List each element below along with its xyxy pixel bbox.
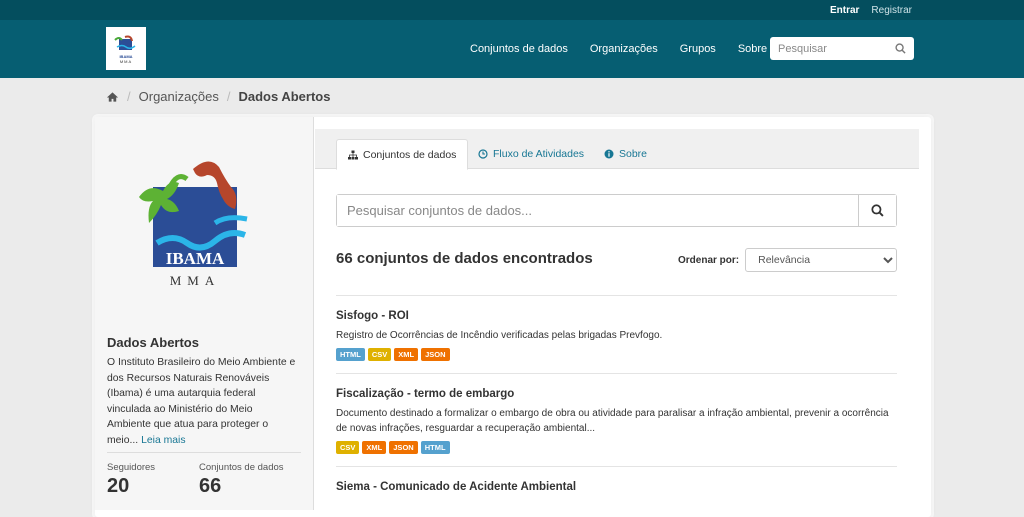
site-logo[interactable]: IBAMA MMA bbox=[106, 27, 146, 70]
org-description-text: O Instituto Brasileiro do Meio Ambiente … bbox=[107, 357, 296, 446]
search-icon bbox=[871, 204, 884, 217]
dataset-search-button[interactable] bbox=[858, 195, 896, 226]
dataset-list: Sisfogo - ROI Registro de Ocorrências de… bbox=[336, 295, 897, 511]
org-description: O Instituto Brasileiro do Meio Ambiente … bbox=[107, 355, 297, 448]
masthead: IBAMA MMA Conjuntos de dados Organizaçõe… bbox=[0, 20, 1024, 78]
order-control: Ordenar por: Relevância bbox=[678, 248, 898, 272]
org-logo[interactable]: IBAMA MMA bbox=[135, 153, 265, 293]
format-badge[interactable]: JSON bbox=[389, 441, 418, 454]
dataset-item: Siema - Comunicado de Acidente Ambiental bbox=[336, 466, 897, 511]
org-tabs: Conjuntos de dados Fluxo de Atividades S… bbox=[315, 129, 919, 170]
format-badge[interactable]: XML bbox=[362, 441, 387, 454]
breadcrumb-current[interactable]: Dados Abertos bbox=[238, 89, 330, 104]
format-badge[interactable]: CSV bbox=[367, 348, 392, 361]
org-logo-sub: MMA bbox=[170, 273, 221, 288]
tab-datasets-label: Conjuntos de dados bbox=[363, 148, 457, 161]
format-badges: CSV XML JSON HTML bbox=[336, 441, 897, 454]
format-badge[interactable]: CSV bbox=[336, 441, 360, 454]
home-icon[interactable] bbox=[106, 91, 119, 103]
results-count: 66 conjuntos de dados encontrados bbox=[336, 250, 593, 267]
breadcrumb-separator: / bbox=[127, 89, 131, 104]
org-main: Conjuntos de dados Fluxo de Atividades S… bbox=[315, 117, 931, 510]
datasets-label: Conjuntos de dados bbox=[199, 462, 284, 473]
format-badges: HTML CSV XML JSON bbox=[336, 348, 897, 361]
format-badge[interactable]: XML bbox=[394, 348, 419, 361]
followers-stat: Seguidores 20 bbox=[107, 462, 155, 498]
org-sidebar: IBAMA MMA Dados Abertos O Instituto Bras… bbox=[95, 117, 314, 510]
format-badge[interactable]: JSON bbox=[421, 348, 450, 361]
dataset-item: Fiscalização - termo de embargo Document… bbox=[336, 373, 897, 466]
nav-datasets[interactable]: Conjuntos de dados bbox=[470, 43, 568, 55]
site-search bbox=[770, 37, 914, 60]
tab-about[interactable]: Sobre bbox=[593, 139, 658, 169]
register-link[interactable]: Registrar bbox=[871, 5, 912, 16]
org-title: Dados Abertos bbox=[107, 335, 199, 350]
breadcrumb-separator: / bbox=[226, 89, 231, 104]
ibama-org-logo-icon: IBAMA MMA bbox=[139, 161, 248, 288]
sitemap-icon bbox=[348, 150, 358, 159]
account-bar: Entrar Registrar bbox=[0, 0, 1024, 20]
followers-label: Seguidores bbox=[107, 462, 156, 473]
login-link[interactable]: Entrar bbox=[830, 5, 859, 16]
org-logo-text: IBAMA bbox=[166, 249, 225, 268]
site-search-input[interactable] bbox=[778, 42, 895, 55]
tab-activity-label: Fluxo de Atividades bbox=[493, 148, 585, 160]
nav-groups[interactable]: Grupos bbox=[680, 43, 716, 55]
divider bbox=[107, 452, 301, 453]
format-badge[interactable]: HTML bbox=[420, 441, 450, 454]
nav-about[interactable]: Sobre bbox=[738, 43, 767, 55]
dataset-notes: Documento destinado a formalizar o embar… bbox=[336, 408, 889, 434]
breadcrumb-organizations[interactable]: Organizações bbox=[139, 89, 219, 104]
dataset-notes: Registro de Ocorrências de Incêndio veri… bbox=[336, 330, 663, 341]
search-icon[interactable] bbox=[895, 43, 906, 54]
breadcrumb: / Organizações / Dados Abertos bbox=[106, 89, 330, 104]
content-wrapper: IBAMA MMA Dados Abertos O Instituto Bras… bbox=[95, 117, 931, 517]
clock-icon bbox=[478, 149, 488, 159]
site-logo-sub: MMA bbox=[119, 58, 133, 64]
dataset-item: Sisfogo - ROI Registro de Ocorrências de… bbox=[336, 295, 897, 373]
tab-about-label: Sobre bbox=[619, 148, 648, 160]
dataset-title[interactable]: Sisfogo - ROI bbox=[336, 310, 897, 322]
dataset-title[interactable]: Siema - Comunicado de Acidente Ambiental bbox=[336, 481, 897, 493]
tab-datasets[interactable]: Conjuntos de dados bbox=[336, 139, 469, 170]
order-select[interactable]: Relevância bbox=[745, 248, 898, 272]
followers-count: 20 bbox=[107, 475, 130, 497]
read-more-link[interactable]: Leia mais bbox=[141, 435, 185, 446]
nav-organizations[interactable]: Organizações bbox=[590, 43, 658, 55]
format-badge[interactable]: HTML bbox=[336, 348, 365, 361]
dataset-title[interactable]: Fiscalização - termo de embargo bbox=[336, 388, 897, 400]
tab-activity[interactable]: Fluxo de Atividades bbox=[467, 139, 595, 169]
info-icon bbox=[604, 149, 614, 159]
dataset-search bbox=[336, 194, 897, 227]
dataset-search-input[interactable] bbox=[337, 195, 858, 226]
order-label: Ordenar por: bbox=[678, 254, 740, 266]
ibama-logo-icon bbox=[114, 35, 136, 50]
datasets-stat: Conjuntos de dados 66 bbox=[199, 462, 284, 498]
datasets-count: 66 bbox=[199, 475, 222, 497]
main-nav: Conjuntos de dados Organizações Grupos S… bbox=[470, 20, 767, 78]
